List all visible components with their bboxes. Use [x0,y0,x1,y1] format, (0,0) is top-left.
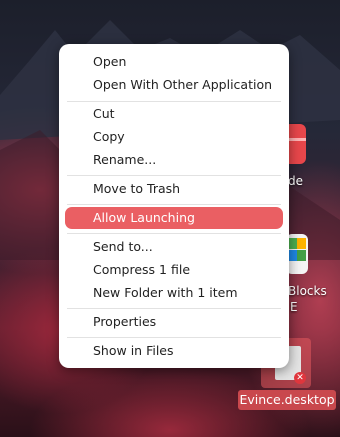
block-green [288,238,297,249]
menu-item-new-folder[interactable]: New Folder with 1 item [65,282,283,304]
menu-separator [67,101,281,102]
menu-item-send-to[interactable]: Send to... [65,236,283,258]
context-menu: Open Open With Other Application Cut Cop… [59,44,289,368]
menu-item-move-to-trash[interactable]: Move to Trash [65,178,283,200]
menu-separator [67,175,281,176]
menu-separator [67,204,281,205]
desktop-icon-label-2: Blocks [288,284,327,298]
menu-item-compress[interactable]: Compress 1 file [65,259,283,281]
evince-desktop-label[interactable]: Evince.desktop [238,390,336,410]
menu-separator [67,233,281,234]
block-blue [288,250,297,261]
menu-item-properties[interactable]: Properties [65,311,283,333]
desktop-icon-label-1: de [288,174,303,188]
menu-item-cut[interactable]: Cut [65,103,283,125]
menu-item-allow-launching[interactable]: Allow Launching [65,207,283,229]
menu-separator [67,337,281,338]
menu-item-open-with[interactable]: Open With Other Application [65,74,283,96]
menu-item-show-in-files[interactable]: Show in Files [65,340,283,362]
blocks-app-icon[interactable] [286,234,308,274]
menu-separator [67,308,281,309]
error-badge-icon: ✕ [294,372,306,384]
desktop-icon-label-3: E [290,300,298,314]
menu-item-rename[interactable]: Rename... [65,149,283,171]
block-green-2 [297,250,306,261]
menu-item-copy[interactable]: Copy [65,126,283,148]
block-yellow [297,238,306,249]
menu-item-open[interactable]: Open [65,51,283,73]
